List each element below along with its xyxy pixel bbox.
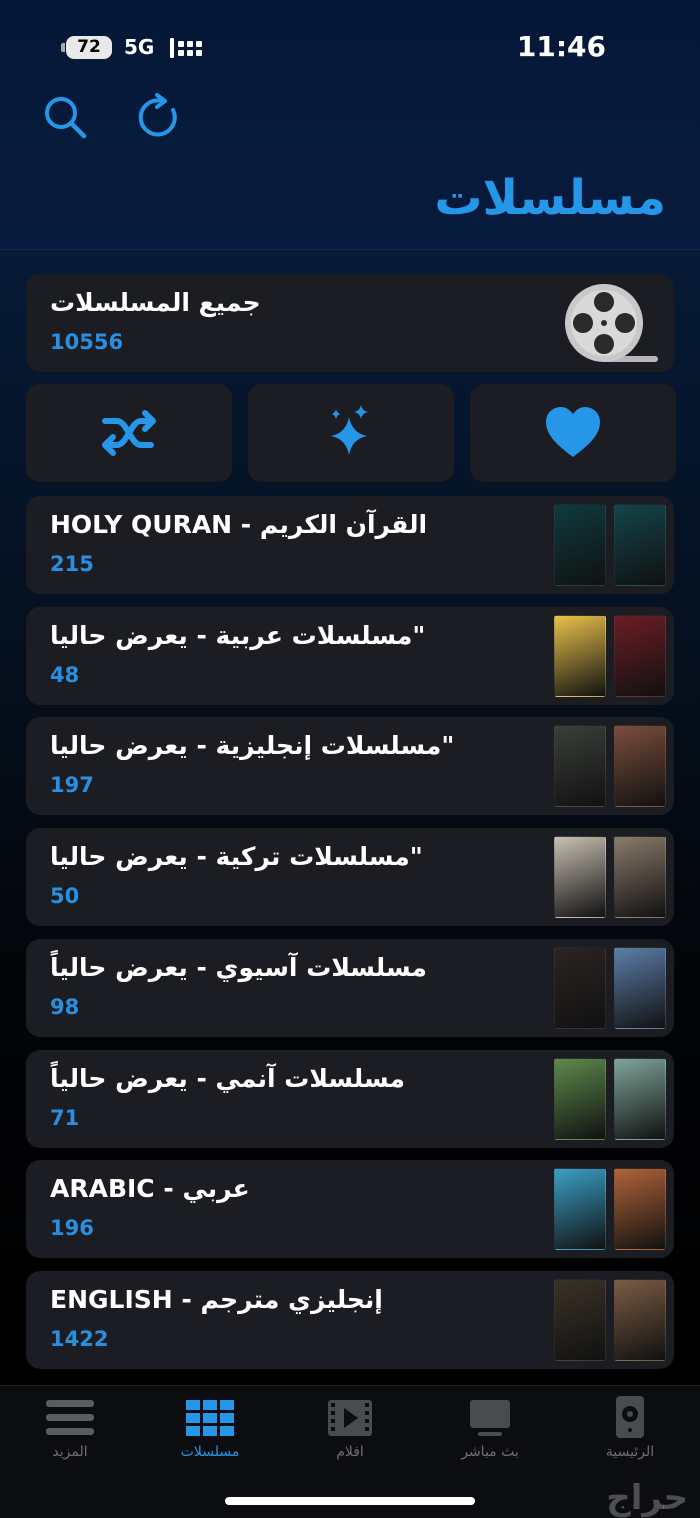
tab-more[interactable]: المزيد	[20, 1394, 120, 1464]
poster-thumbnail	[614, 725, 666, 808]
sparkles-icon	[331, 405, 368, 455]
tab-live[interactable]: بث مباشر	[440, 1394, 540, 1464]
refresh-icon[interactable]	[135, 92, 185, 142]
poster-thumbnail	[614, 1057, 666, 1140]
category-card[interactable]: مسلسلات إنجليزية - يعرض حاليا" 197	[26, 717, 674, 816]
category-label: مسلسلات عربية - يعرض حاليا"	[50, 620, 426, 650]
category-card[interactable]: مسلسلات آسيوي - يعرض حالياً 98	[26, 938, 674, 1037]
poster-thumbnail	[614, 836, 666, 919]
network-type: 5G	[124, 35, 155, 59]
poster-thumbnail	[554, 614, 606, 697]
tab-home-label: الرئيسية	[605, 1444, 655, 1460]
page-title: مسلسلات	[434, 170, 666, 226]
category-label: مسلسلات تركية - يعرض حاليا"	[50, 842, 423, 872]
poster-thumbnail	[614, 504, 666, 586]
new-items-button[interactable]	[248, 384, 454, 482]
category-label: مسلسلات إنجليزية - يعرض حاليا"	[50, 731, 455, 761]
category-label: HOLY QURAN - القرآن الكريم	[50, 510, 428, 539]
category-card[interactable]: مسلسلات عربية - يعرض حاليا" 48	[26, 606, 674, 705]
category-count: 48	[50, 662, 80, 687]
category-card[interactable]: مسلسلات تركية - يعرض حاليا" 50	[26, 828, 674, 927]
tv-icon	[470, 1400, 510, 1436]
status-bar: 72 5G 11:46	[0, 30, 700, 66]
tab-more-label: المزيد	[52, 1444, 88, 1460]
category-count: 98	[50, 994, 80, 1019]
poster-thumbnail	[554, 946, 606, 1029]
tab-movies-label: افلام	[336, 1444, 364, 1460]
menu-icon	[46, 1400, 94, 1435]
all-series-count: 10556	[50, 330, 124, 354]
category-label: مسلسلات آنمي - يعرض حالياً	[50, 1063, 405, 1093]
tab-series[interactable]: مسلسلات	[160, 1394, 260, 1464]
tab-home[interactable]: الرئيسية	[580, 1394, 680, 1464]
poster-thumbnail	[554, 1057, 606, 1140]
poster-thumbnail	[614, 946, 666, 1029]
poster-thumbnail	[554, 504, 606, 586]
category-label: ARABIC - عربي	[50, 1174, 250, 1204]
category-count: 71	[50, 1105, 80, 1130]
category-label: ENGLISH - إنجليزي مترجم	[50, 1284, 383, 1314]
film-reel-icon	[565, 284, 658, 362]
all-series-label: جميع المسلسلات	[50, 288, 261, 317]
clock: 11:46	[516, 30, 606, 63]
category-card[interactable]: مسلسلات آنمي - يعرض حالياً 71	[26, 1049, 674, 1148]
poster-thumbnail	[554, 1168, 606, 1251]
category-card[interactable]: ENGLISH - إنجليزي مترجم 1422	[26, 1270, 674, 1369]
category-count: 215	[50, 552, 94, 576]
film-icon	[328, 1400, 372, 1436]
category-label: مسلسلات آسيوي - يعرض حالياً	[50, 952, 427, 982]
heart-icon	[546, 407, 600, 457]
watermark: حراج	[606, 1478, 688, 1518]
poster-thumbnail	[614, 614, 666, 697]
grid-icon	[186, 1400, 234, 1436]
poster-thumbnail	[554, 1278, 606, 1361]
poster-thumbnail	[554, 836, 606, 919]
category-card[interactable]: ARABIC - عربي 196	[26, 1160, 674, 1259]
category-card[interactable]: HOLY QURAN - القرآن الكريم 215	[26, 496, 674, 594]
category-count: 1422	[50, 1326, 109, 1351]
poster-thumbnail	[614, 1168, 666, 1251]
tab-movies[interactable]: افلام	[300, 1394, 400, 1464]
tab-live-label: بث مباشر	[461, 1444, 519, 1460]
all-series-card[interactable]: جميع المسلسلات 10556	[26, 274, 674, 372]
tab-series-label: مسلسلات	[180, 1444, 240, 1460]
shuffle-button[interactable]	[26, 384, 232, 482]
signal-icon	[170, 38, 206, 58]
category-count: 50	[50, 884, 80, 909]
home-speaker-icon	[616, 1396, 644, 1438]
search-icon[interactable]	[40, 92, 90, 142]
home-indicator[interactable]	[225, 1497, 475, 1505]
category-count: 197	[50, 773, 94, 798]
poster-thumbnail	[614, 1278, 666, 1361]
battery-indicator: 72	[61, 36, 112, 59]
category-count: 196	[50, 1216, 94, 1241]
favorites-button[interactable]	[470, 384, 676, 482]
poster-thumbnail	[554, 725, 606, 808]
shuffle-icon	[102, 410, 156, 456]
